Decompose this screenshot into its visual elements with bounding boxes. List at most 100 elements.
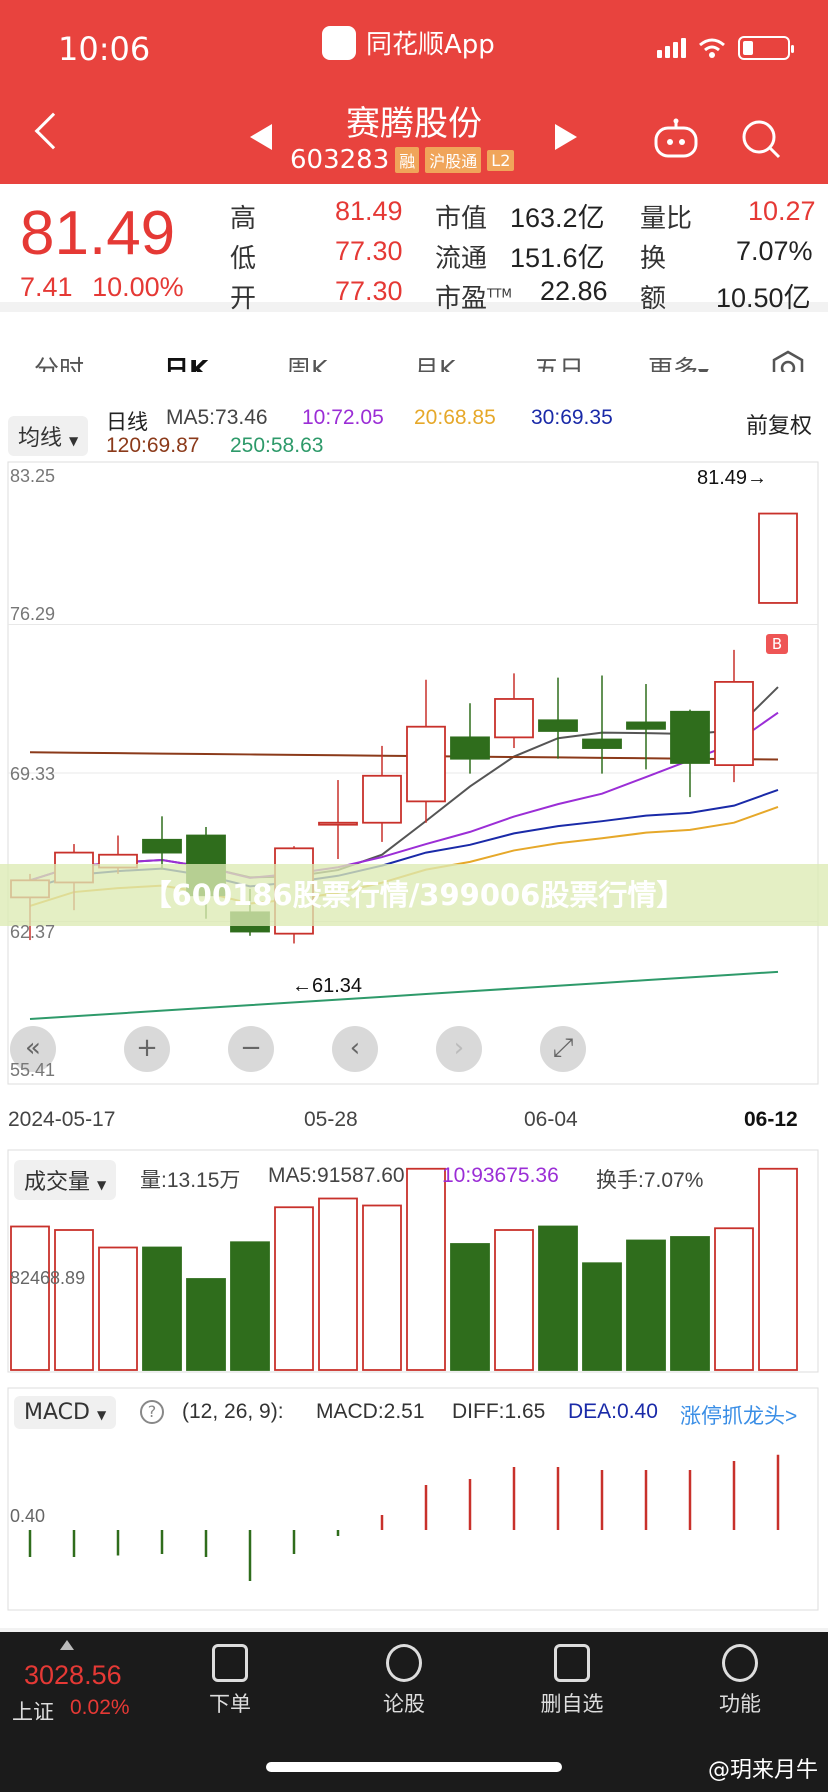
stock-name: 赛腾股份: [346, 104, 482, 144]
pe-value: 22.86: [540, 276, 608, 306]
pe-ttm-sup: TTM: [487, 286, 512, 301]
home-indicator[interactable]: [266, 1762, 562, 1772]
volume-dropdown-label: 成交量: [24, 1170, 91, 1195]
candle-body: [714, 680, 754, 767]
remove-watch-icon: [554, 1644, 590, 1682]
vol-axis-label: 82468.89: [10, 1268, 86, 1288]
nav-remove-watch[interactable]: 删自选: [522, 1644, 622, 1718]
candle-body: [626, 721, 666, 730]
limit-up-link[interactable]: 涨停抓龙头>: [680, 1400, 797, 1430]
status-icons: [657, 36, 794, 60]
volume-bar: [230, 1241, 270, 1371]
date-3: 06-04: [524, 1108, 578, 1131]
app-logo-icon: [322, 25, 356, 60]
ma-dropdown[interactable]: 均线 ▼: [8, 416, 89, 456]
candle-body: [318, 821, 358, 826]
macd-dropdown-label: MACD: [24, 1400, 90, 1425]
search-icon[interactable]: [740, 118, 782, 160]
candle-body: [142, 838, 182, 854]
volume-bar: [582, 1262, 622, 1371]
ma5-legend: MA5:73.46: [166, 406, 268, 429]
zoom-in-icon[interactable]: +: [124, 1026, 170, 1072]
diff-value: DIFF:1.65: [452, 1400, 546, 1423]
volume-bar: [714, 1227, 754, 1371]
cellular-signal-icon: [657, 38, 686, 58]
adjust-toggle[interactable]: 前复权: [746, 408, 812, 440]
tag-margin: 融: [395, 147, 420, 173]
help-icon[interactable]: ?: [140, 1400, 164, 1424]
low-value: 77.30: [335, 236, 403, 266]
chevron-down-icon: ▼: [96, 1408, 107, 1422]
ma250-line: [29, 970, 779, 1021]
vr-value: 10.27: [748, 196, 816, 226]
ma10-legend: 10:72.05: [302, 406, 384, 429]
candle-body: [758, 512, 798, 604]
high-label: 高: [230, 204, 257, 234]
volume-dropdown[interactable]: 成交量 ▼: [14, 1160, 117, 1200]
ma250-legend: 250:58.63: [230, 434, 324, 457]
vol-turnover: 换手:7.07%: [596, 1169, 704, 1192]
y-tick-5: 55.41: [10, 1060, 56, 1080]
macd-dropdown[interactable]: MACD ▼: [14, 1396, 117, 1429]
nav-order[interactable]: 下单: [180, 1644, 280, 1718]
pe-label-text: 市盈: [435, 284, 488, 314]
zoom-out-icon[interactable]: −: [228, 1026, 274, 1072]
low-marker: ←61.34: [292, 975, 363, 997]
scroll-left-icon[interactable]: ‹: [332, 1026, 378, 1072]
ma120-legend: 120:69.87: [106, 434, 200, 457]
nav-function[interactable]: 功能: [690, 1644, 790, 1718]
candle-body: [494, 698, 534, 739]
macd-bars: [28, 1454, 780, 1581]
order-icon: [212, 1644, 248, 1682]
app-name-label: 同花顺App: [366, 30, 495, 60]
fullscreen-icon[interactable]: ⤢: [540, 1026, 586, 1072]
promo-banner[interactable]: 【600186股票行情/399006股票行情】: [0, 864, 828, 926]
change-pct: 10.00%: [92, 272, 184, 302]
index-value[interactable]: 3028.56: [24, 1660, 122, 1691]
vol-ma10: 10:93675.36: [442, 1164, 559, 1187]
period-label: 日线: [106, 411, 148, 434]
ma10-line: [29, 711, 779, 882]
app-name[interactable]: 同花顺App: [322, 24, 495, 61]
volume-bar: [54, 1229, 94, 1371]
wifi-icon: [699, 38, 725, 58]
next-stock-button[interactable]: [555, 124, 577, 150]
nav-discuss[interactable]: 论股: [354, 1644, 454, 1718]
nav-function-label: 功能: [719, 1692, 761, 1716]
prev-stock-button[interactable]: [250, 124, 272, 150]
buy-badge[interactable]: B: [766, 634, 788, 654]
tag-l2: L2: [487, 149, 515, 171]
y-tick-4: 62.37: [10, 922, 56, 942]
mcap-label: 市值: [435, 204, 488, 234]
nav-discuss-label: 论股: [383, 1692, 425, 1716]
y-tick-3: 69.33: [10, 764, 56, 784]
vol-value: 量:13.15万: [140, 1169, 241, 1192]
expand-up-icon[interactable]: [60, 1640, 74, 1650]
candle-body: [450, 736, 490, 760]
volume-bar: [142, 1246, 182, 1371]
macd-value: MACD:2.51: [316, 1400, 425, 1423]
high-value: 81.49: [335, 196, 403, 226]
amount-label: 额: [640, 284, 667, 314]
date-2: 05-28: [304, 1108, 358, 1131]
volume-bar: [626, 1239, 666, 1371]
index-pct: 0.02%: [70, 1696, 130, 1719]
mcap-value: 163.2亿: [510, 203, 605, 233]
ma120-line: [29, 751, 779, 761]
volume-bar: [98, 1246, 138, 1371]
volume-bar: [494, 1229, 534, 1371]
vol-ma5: MA5:91587.60: [268, 1164, 405, 1187]
volume-bar: [10, 1225, 50, 1371]
macd-params: (12, 26, 9):: [182, 1400, 284, 1423]
candle-body: [538, 719, 578, 732]
volume-bar: [318, 1197, 358, 1371]
scroll-right-icon[interactable]: ›: [436, 1026, 482, 1072]
amount-value: 10.50亿: [716, 283, 811, 313]
robot-assistant-icon[interactable]: [652, 118, 700, 158]
open-label: 开: [230, 284, 257, 314]
volume-bar: [450, 1243, 490, 1371]
macd-axis-label: 0.40: [10, 1506, 46, 1526]
battery-icon: [738, 36, 794, 60]
ma20-legend: 20:68.85: [414, 406, 496, 429]
turnover-label: 换: [640, 244, 667, 274]
